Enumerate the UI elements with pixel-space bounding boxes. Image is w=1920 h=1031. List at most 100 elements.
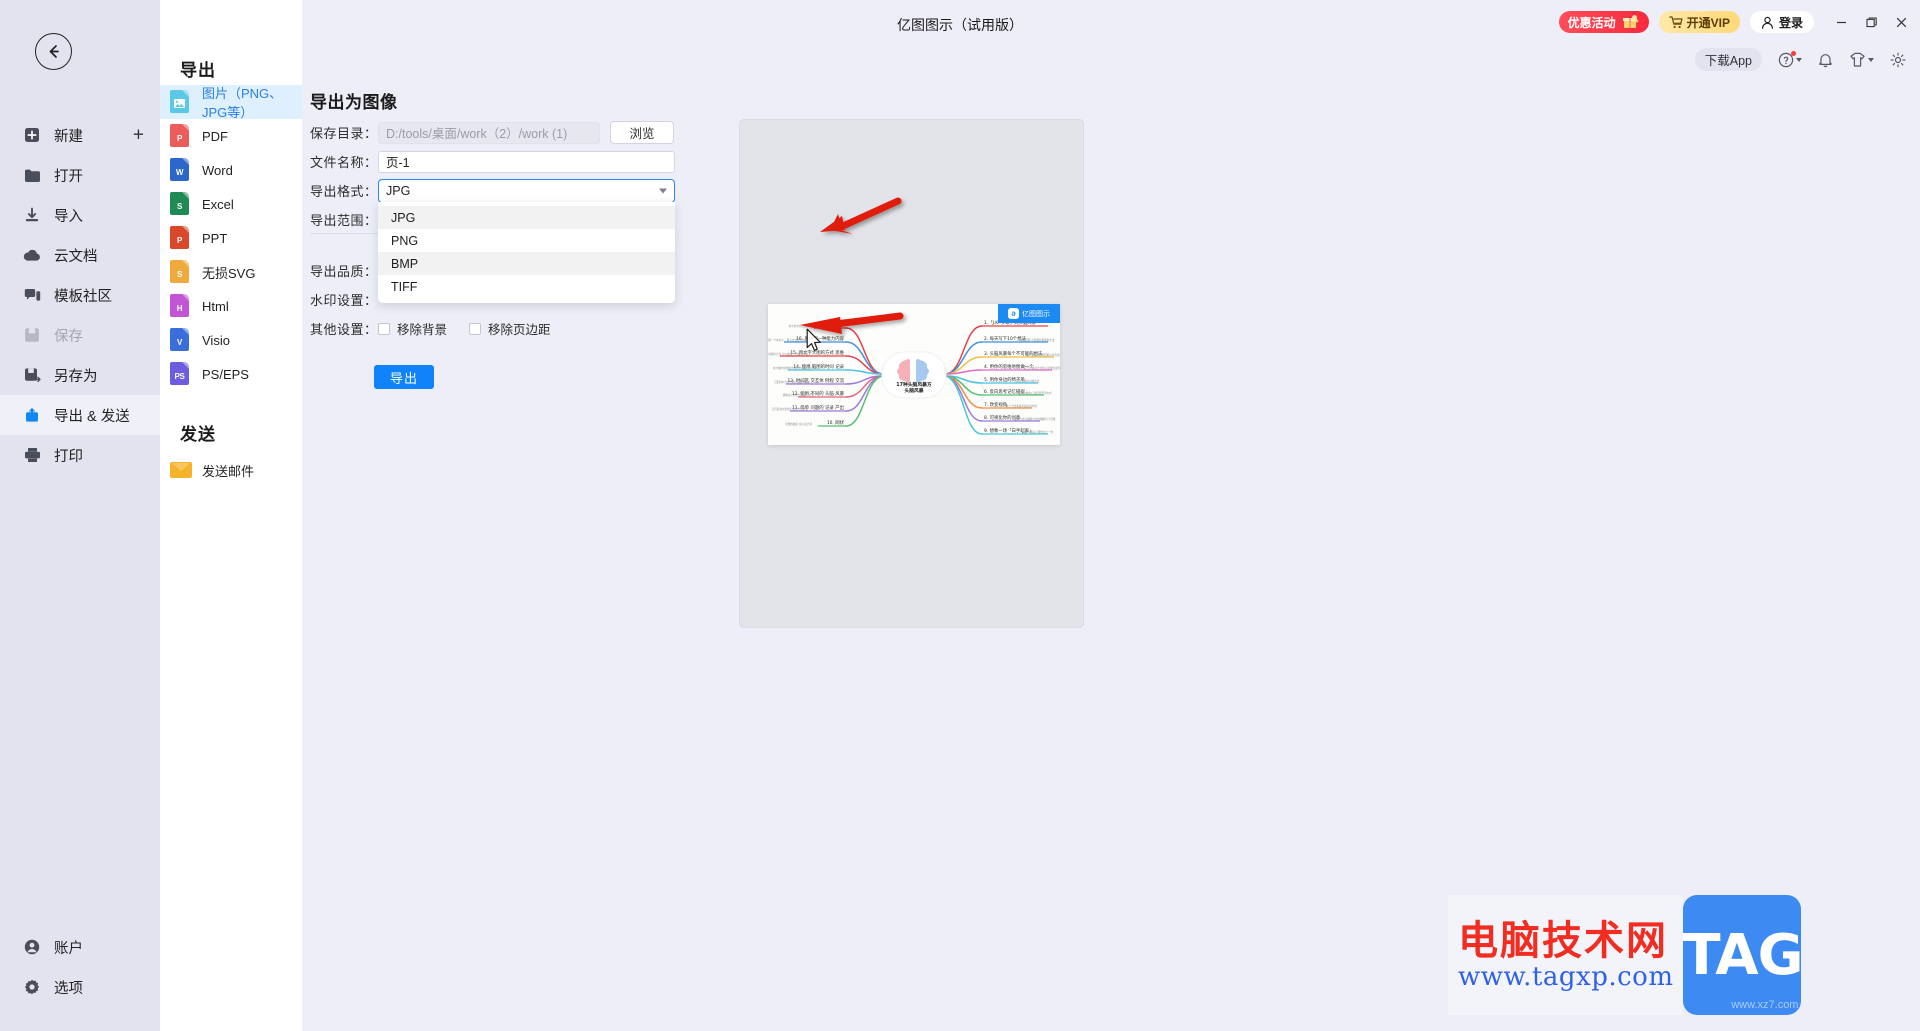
- format-item-svg[interactable]: S 无损SVG: [160, 255, 302, 289]
- export-range-label: 导出范围：: [310, 213, 378, 228]
- excel-badge: S: [176, 202, 183, 211]
- svg-text:上面的中方式方面心思路的方式: 上面的中方式方面心思路的方式: [774, 380, 811, 384]
- help-notification-dot: [1791, 50, 1796, 56]
- file-name-label: 文件名称：: [310, 155, 378, 170]
- preview-thumbnail[interactable]: 1.「J.K. 罗琳」式头脑风暴 2. 每天写下10个想法 3. 头脑风暴每个不…: [768, 304, 1060, 445]
- account-icon: [22, 937, 42, 957]
- svg-text:思维的图示 在心灵之间: 思维的图示 在心灵之间: [785, 422, 812, 426]
- save-icon: [22, 325, 42, 345]
- format-item-label: Visio: [202, 332, 230, 348]
- dropdown-option-tiff[interactable]: TIFF: [378, 275, 675, 298]
- theme-menu[interactable]: [1849, 52, 1874, 67]
- dropdown-option-png[interactable]: PNG: [378, 229, 675, 252]
- close-button[interactable]: [1894, 15, 1908, 29]
- format-item-pdf[interactable]: P PDF: [160, 119, 302, 153]
- dropdown-option-bmp[interactable]: BMP: [378, 252, 675, 275]
- export-preview-area: 1.「J.K. 罗琳」式头脑风暴 2. 每天写下10个想法 3. 头脑风暴每个不…: [739, 119, 1084, 628]
- watermark-site-name: 电脑技术网: [1458, 917, 1668, 964]
- save-dir-input[interactable]: D:/tools/桌面/work（2）/work (1): [378, 121, 600, 144]
- form-row-save-dir: 保存目录： D:/tools/桌面/work（2）/work (1) 浏览: [310, 118, 710, 147]
- chevron-down-icon: [1868, 57, 1874, 62]
- export-button[interactable]: 导出: [374, 365, 434, 389]
- sidebar-item-account[interactable]: 账户: [0, 927, 160, 967]
- format-item-label: Excel: [202, 196, 234, 212]
- format-item-html[interactable]: H Html: [160, 289, 302, 323]
- maximize-button[interactable]: [1864, 15, 1878, 29]
- export-format-combobox[interactable]: JPG: [378, 178, 675, 203]
- format-item-word[interactable]: W Word: [160, 153, 302, 187]
- remove-background-label: 移除背景: [397, 323, 448, 337]
- format-item-ps-eps[interactable]: PS PS/EPS: [160, 357, 302, 391]
- pdf-file-icon: P: [170, 124, 192, 148]
- send-item-label: 发送邮件: [202, 463, 255, 479]
- svg-text:头脑风暴: 头脑风暴: [904, 387, 923, 394]
- promo-button[interactable]: 优惠活动: [1558, 11, 1649, 33]
- svg-text:17种头脑风暴方: 17种头脑风暴方: [896, 381, 932, 388]
- sidebar-item-save-as[interactable]: 另存为: [0, 355, 160, 395]
- export-format-dropdown: JPG PNG BMP TIFF: [378, 202, 675, 303]
- format-item-visio[interactable]: V Visio: [160, 323, 302, 357]
- sidebar-item-cloud-docs[interactable]: 云文档: [0, 235, 160, 275]
- sidebar-item-options[interactable]: 选项: [0, 967, 160, 1007]
- sidebar-item-print[interactable]: 打印: [0, 435, 160, 475]
- help-menu[interactable]: [1778, 50, 1802, 68]
- dropdown-option-jpg[interactable]: JPG: [378, 206, 675, 229]
- theme-icon: [1850, 52, 1865, 67]
- chevron-down-icon: [659, 188, 667, 193]
- sidebar-item-template-community[interactable]: 模板社区: [0, 275, 160, 315]
- download-app-button[interactable]: 下载App: [1694, 48, 1762, 71]
- ps-badge: PS: [174, 372, 185, 381]
- minimize-button[interactable]: [1834, 15, 1848, 29]
- format-item-label: 无损SVG: [202, 265, 256, 281]
- other-settings-label: 其他设置：: [310, 322, 378, 337]
- send-item-mail[interactable]: 发送邮件: [160, 455, 302, 485]
- export-format-list: 图片（PNG、JPG等） P PDF W Word S Excel P PPT …: [160, 85, 302, 391]
- svg-text:从头到尾的可能方式: 从头到尾的可能方式: [1016, 379, 1040, 383]
- format-item-label: Word: [202, 162, 233, 178]
- export-heading: 导出: [180, 61, 216, 80]
- form-row-file-name: 文件名称： 页-1: [310, 147, 710, 176]
- vip-upgrade-button[interactable]: 开通VIP: [1658, 11, 1740, 33]
- sidebar-item-open[interactable]: 打开: [0, 155, 160, 195]
- back-button[interactable]: [35, 33, 72, 70]
- remove-margin-checkbox[interactable]: [469, 322, 482, 335]
- sidebar-item-label: 打印: [54, 448, 83, 465]
- format-item-excel[interactable]: S Excel: [160, 187, 302, 221]
- cloud-icon: [22, 245, 42, 265]
- notifications-button[interactable]: [1818, 52, 1833, 68]
- new-file-plus-button[interactable]: +: [133, 126, 144, 145]
- cart-icon: [1668, 15, 1683, 28]
- settings-button[interactable]: [1890, 52, 1906, 68]
- word-file-icon: W: [170, 158, 192, 182]
- svg-text:那些是心的方法的那个方式: 那些是心的方法的那个方式: [783, 393, 815, 397]
- send-heading: 发送: [180, 425, 216, 444]
- watermark-text-block: 电脑技术网 www.tagxp.com: [1448, 895, 1684, 1015]
- sidebar-item-import[interactable]: 导入: [0, 195, 160, 235]
- sidebar-item-new[interactable]: 新建 +: [0, 115, 160, 155]
- browse-button[interactable]: 浏览: [610, 121, 674, 144]
- sidebar-item-label: 导出 & 发送: [54, 408, 130, 425]
- export-send-icon: [22, 405, 42, 425]
- export-format-value: JPG: [386, 183, 411, 198]
- format-item-image[interactable]: 图片（PNG、JPG等）: [160, 85, 302, 120]
- svg-file-icon: S: [170, 260, 192, 284]
- file-name-input[interactable]: 页-1: [378, 150, 675, 173]
- sidebar-item-label: 选项: [54, 980, 83, 997]
- format-item-ppt[interactable]: P PPT: [160, 221, 302, 255]
- promo-label: 优惠活动: [1567, 15, 1616, 30]
- word-badge: W: [175, 168, 184, 177]
- svg-text:10. 网状: 10. 网状: [827, 419, 845, 426]
- excel-file-icon: S: [170, 192, 192, 216]
- login-button[interactable]: 登录: [1749, 11, 1814, 33]
- export-format-column: 导出 图片（PNG、JPG等） P PDF W Word S Excel P P…: [160, 0, 302, 1031]
- preview-brand-badge: ə 亿图图示: [998, 304, 1060, 323]
- page-title: 导出为图像: [310, 93, 398, 112]
- login-label: 登录: [1778, 15, 1803, 30]
- user-icon: [1761, 16, 1773, 29]
- svg-text:详细说明 心智图的思路和方法: 详细说明 心智图的思路和方法: [1020, 338, 1055, 342]
- html-file-icon: H: [170, 294, 192, 318]
- watermark-label: 水印设置：: [310, 293, 378, 308]
- remove-background-checkbox[interactable]: [378, 322, 390, 335]
- svg-text:思维一场是心理想法之一的: 思维一场是心理想法之一的: [1022, 430, 1054, 434]
- sidebar-item-export-send[interactable]: 导出 & 发送: [0, 395, 160, 435]
